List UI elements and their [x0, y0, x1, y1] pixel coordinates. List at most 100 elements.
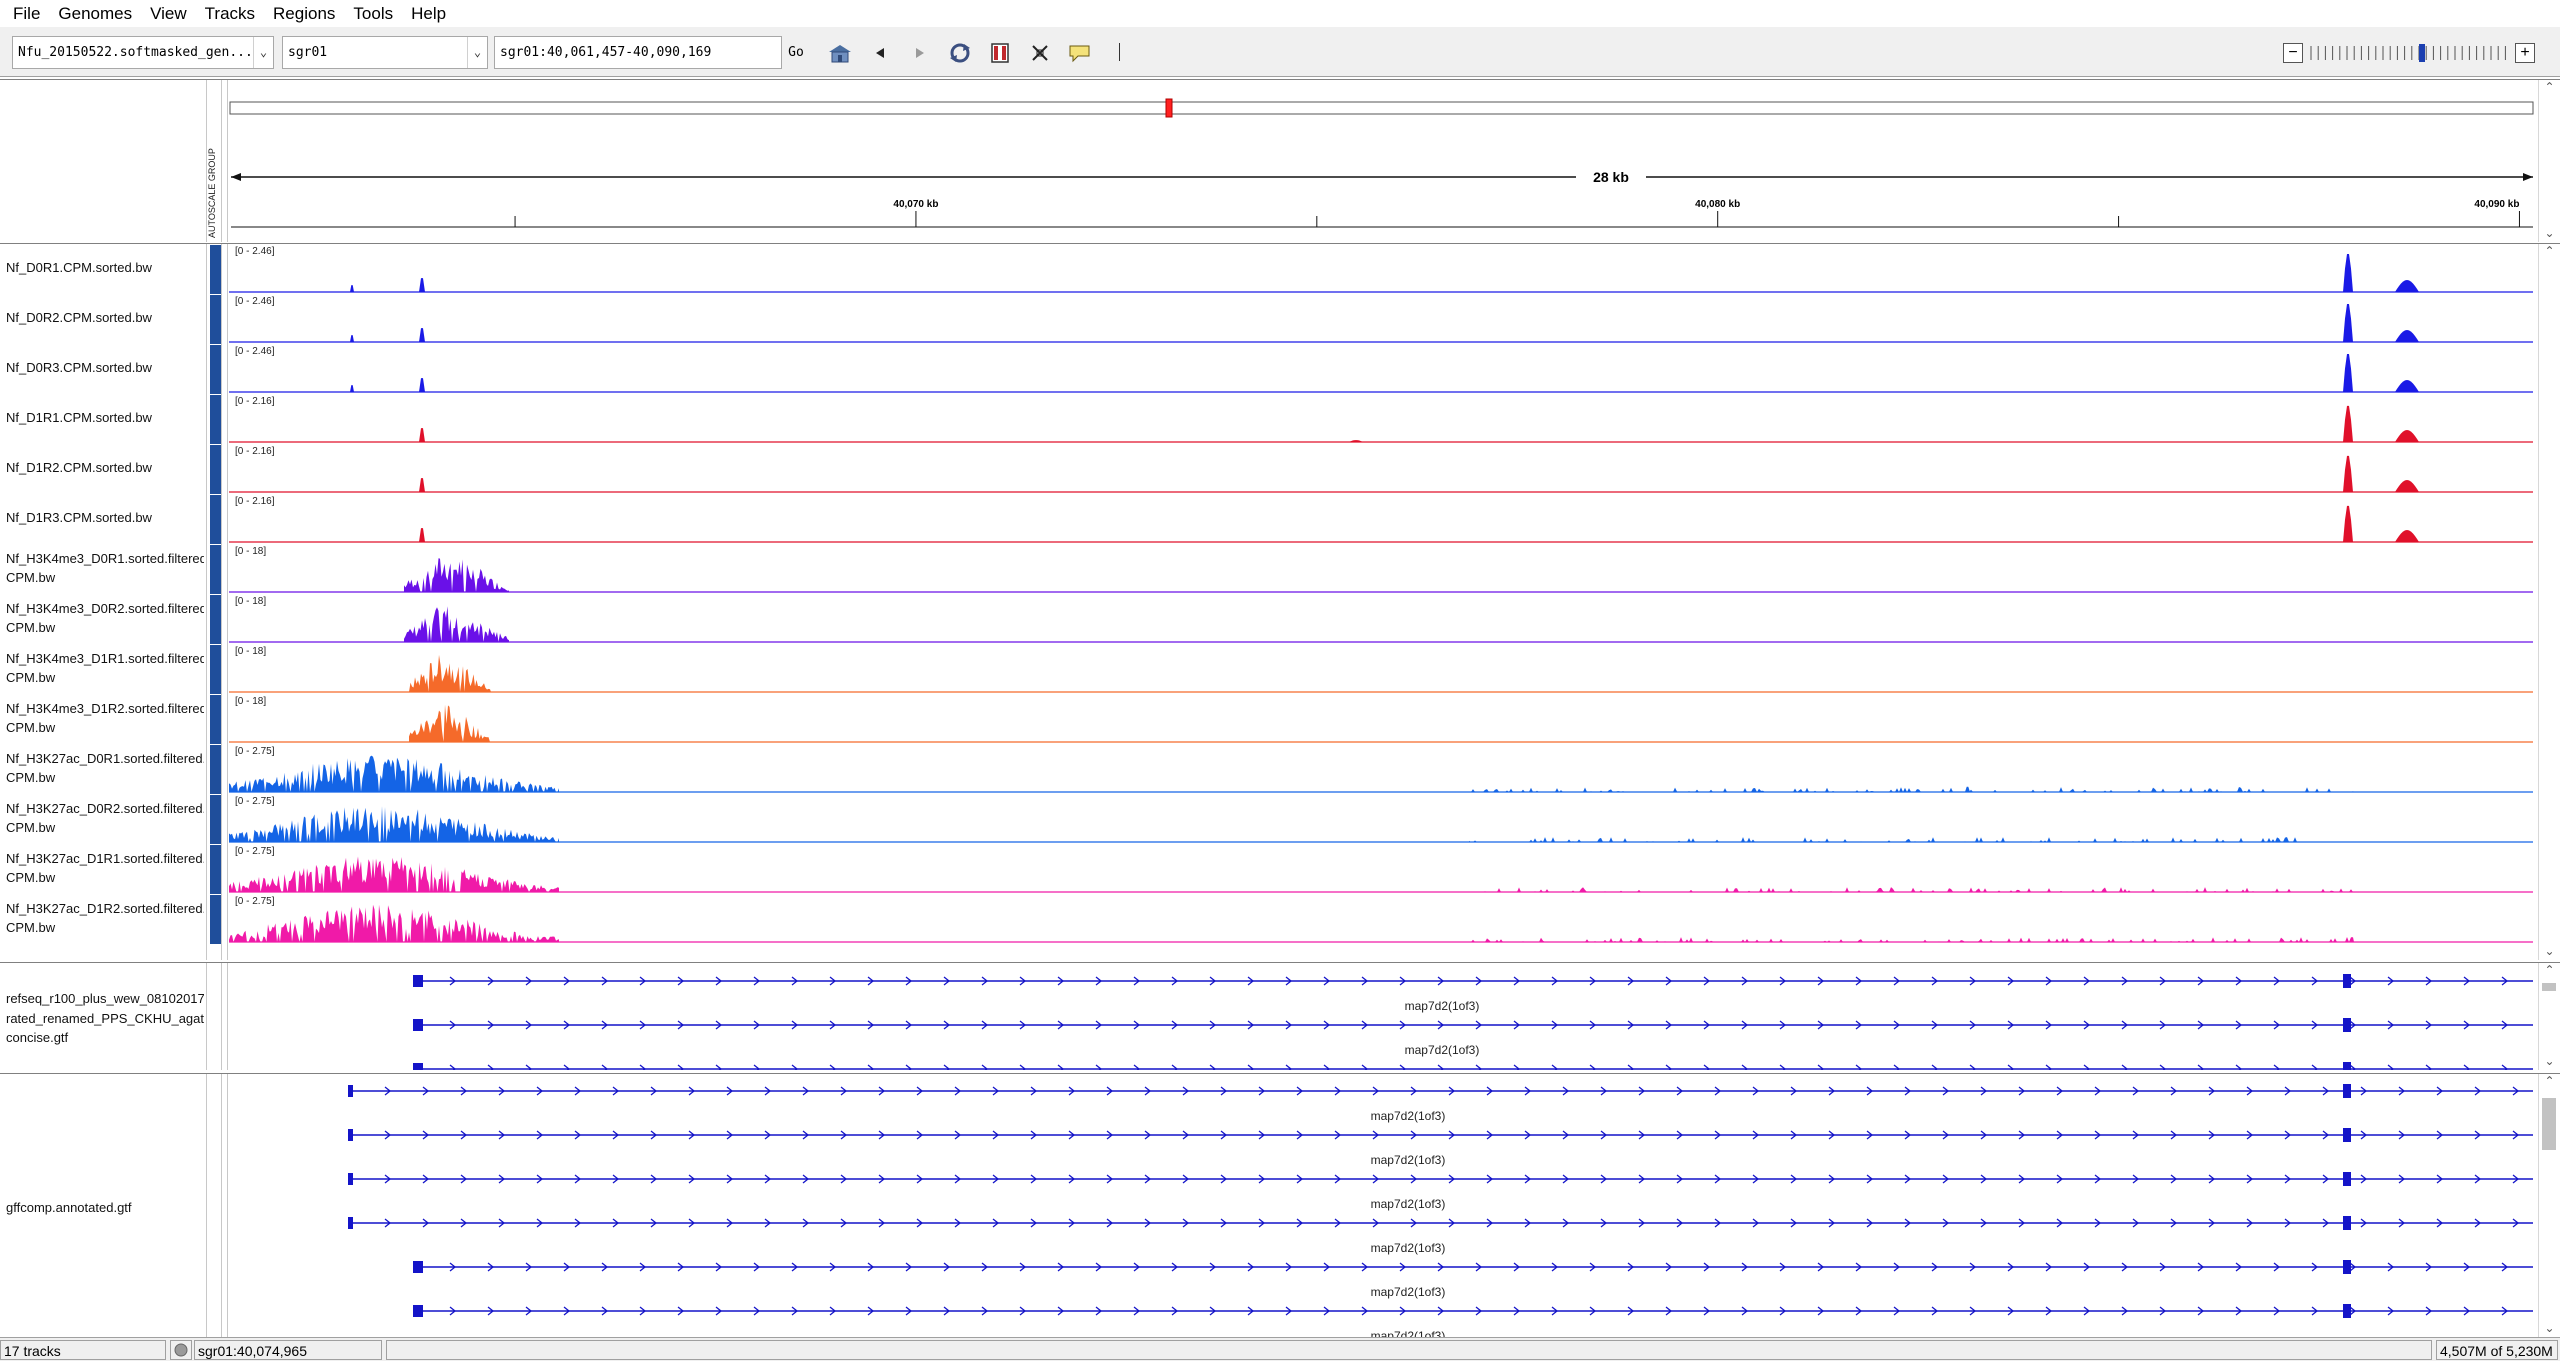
gene-feature[interactable]: map7d2(1of3) — [413, 1043, 2533, 1070]
zoom-out-button[interactable]: − — [2283, 43, 2303, 63]
data-track-name[interactable]: Nf_H3K4me3_D1R1.sorted.filtered. CPM.bw — [6, 649, 204, 687]
coverage-track[interactable] — [229, 606, 2533, 643]
forward-button[interactable] — [906, 40, 934, 66]
data-track-name[interactable]: Nf_D1R3.CPM.sorted.bw — [6, 508, 204, 527]
data-track-name[interactable]: Nf_H3K4me3_D0R2.sorted.filtered. CPM.bw — [6, 599, 204, 637]
data-track-name[interactable]: Nf_H3K27ac_D0R2.sorted.filtered. CPM.bw — [6, 799, 204, 837]
gene-feature[interactable]: map7d2(1of3) — [348, 1153, 2533, 1186]
menu-help[interactable]: Help — [402, 0, 455, 27]
zoom-in-button[interactable]: + — [2515, 43, 2535, 63]
ruler-scrollbar[interactable]: ⌃ ⌄ — [2538, 80, 2560, 242]
menu-regions[interactable]: Regions — [264, 0, 344, 27]
data-track-name[interactable]: Nf_D1R2.CPM.sorted.bw — [6, 458, 204, 477]
attribute-cell[interactable] — [210, 645, 221, 694]
locus-input[interactable]: sgr01:40,061,457-40,090,169 — [494, 36, 782, 69]
go-button[interactable]: Go — [784, 36, 808, 69]
refseq-track-name[interactable]: refseq_r100_plus_wew_08102017 rated_rena… — [6, 989, 204, 1048]
coverage-track[interactable] — [229, 806, 2533, 843]
data-track-plot[interactable] — [229, 244, 2536, 960]
resize-to-window-button[interactable] — [986, 40, 1014, 66]
gene-feature[interactable] — [348, 1084, 2533, 1098]
data-track-name[interactable]: Nf_H3K4me3_D0R1.sorted.filtered. CPM.bw — [6, 549, 204, 587]
coverage-track[interactable] — [229, 904, 2533, 943]
scroll-up-icon[interactable]: ⌃ — [2539, 80, 2560, 96]
attribute-cell[interactable] — [210, 595, 221, 644]
gene-feature[interactable]: map7d2(1of3) — [413, 1241, 2533, 1274]
attribute-cell[interactable] — [210, 745, 221, 794]
ruler-data-area[interactable]: 28 kb 40,070 kb 40,080 kb 40,090 kb — [229, 80, 2536, 242]
gene-feature[interactable]: map7d2(1of3) — [413, 999, 2533, 1032]
region-of-interest-button[interactable] — [1026, 40, 1054, 66]
scroll-down-icon[interactable]: ⌄ — [2539, 1054, 2560, 1070]
attribute-cell[interactable] — [210, 695, 221, 744]
back-button[interactable] — [866, 40, 894, 66]
attribute-cell[interactable] — [210, 545, 221, 594]
data-track-area[interactable] — [229, 244, 2536, 960]
coverage-track[interactable] — [229, 558, 2533, 593]
attribute-cell[interactable] — [210, 895, 221, 944]
zoom-thumb[interactable] — [2419, 44, 2425, 62]
menu-genomes[interactable]: Genomes — [49, 0, 141, 27]
coverage-track[interactable] — [229, 254, 2533, 293]
attribute-cell[interactable] — [210, 795, 221, 844]
coverage-track[interactable] — [229, 856, 2533, 893]
coverage-track[interactable] — [229, 405, 2533, 443]
data-track-name[interactable]: Nf_D1R1.CPM.sorted.bw — [6, 408, 204, 427]
home-button[interactable] — [826, 40, 854, 66]
refseq-features[interactable]: map7d2(1of3) map7d2(1of3) — [229, 963, 2536, 1070]
refseq-track-area[interactable]: map7d2(1of3) map7d2(1of3) — [229, 963, 2536, 1070]
attribute-cell[interactable] — [210, 845, 221, 894]
attribute-cell[interactable] — [210, 295, 221, 344]
menu-tracks[interactable]: Tracks — [196, 0, 264, 27]
zoom-slider[interactable] — [2308, 44, 2511, 62]
data-track-name[interactable]: Nf_D0R2.CPM.sorted.bw — [6, 308, 204, 327]
scroll-down-icon[interactable]: ⌄ — [2539, 226, 2560, 242]
menu-view[interactable]: View — [141, 0, 196, 27]
scroll-down-icon[interactable]: ⌄ — [2539, 1321, 2560, 1337]
chromosome-ideogram[interactable] — [229, 101, 2534, 115]
coverage-track[interactable] — [229, 704, 2533, 743]
coverage-track[interactable] — [229, 505, 2533, 543]
attribute-cell[interactable] — [210, 395, 221, 444]
gene-feature[interactable]: map7d2(1of3) — [348, 1197, 2533, 1230]
scroll-up-icon[interactable]: ⌃ — [2539, 1074, 2560, 1090]
genome-dropdown[interactable]: Nfu_20150522.softmasked_gen... ⌄ — [12, 36, 274, 69]
scroll-thumb[interactable] — [2542, 1098, 2556, 1150]
data-track-name[interactable]: Nf_D0R1.CPM.sorted.bw — [6, 258, 204, 277]
scroll-up-icon[interactable]: ⌃ — [2539, 244, 2560, 260]
speech-bubble-icon — [1069, 45, 1090, 63]
scroll-down-icon[interactable]: ⌄ — [2539, 944, 2560, 960]
gene-feature[interactable]: map7d2(1of3) — [348, 1109, 2533, 1142]
popup-info-button[interactable] — [1066, 40, 1094, 66]
gene-feature[interactable]: map7d2(1of3) — [413, 1329, 2533, 1337]
gffcomp-track-area[interactable]: map7d2(1of3) map7d2(1of3) map7d2(1of3) map7… — [229, 1074, 2536, 1337]
coverage-track[interactable] — [229, 455, 2533, 493]
refseq-scrollbar[interactable]: ⌃ ⌄ — [2538, 963, 2560, 1070]
ruler[interactable]: 28 kb 40,070 kb 40,080 kb 40,090 kb — [229, 80, 2536, 242]
gene-feature[interactable]: map7d2(1of3) — [413, 1285, 2533, 1318]
attribute-cell[interactable] — [210, 345, 221, 394]
attribute-cell[interactable] — [210, 445, 221, 494]
attribute-cell[interactable] — [210, 245, 221, 294]
data-scrollbar[interactable]: ⌃ ⌄ — [2538, 244, 2560, 960]
menu-file[interactable]: File — [4, 0, 49, 27]
gffcomp-scrollbar[interactable]: ⌃ ⌄ — [2538, 1074, 2560, 1337]
data-track-name[interactable]: Nf_H3K27ac_D1R1.sorted.filtered. CPM.bw — [6, 849, 204, 887]
coverage-track[interactable] — [229, 354, 2533, 393]
gene-feature[interactable] — [413, 974, 2533, 988]
data-track-name[interactable]: Nf_D0R3.CPM.sorted.bw — [6, 358, 204, 377]
data-track-name[interactable]: Nf_H3K4me3_D1R2.sorted.filtered. CPM.bw — [6, 699, 204, 737]
menu-tools[interactable]: Tools — [344, 0, 402, 27]
data-track-name[interactable]: Nf_H3K27ac_D0R1.sorted.filtered. CPM.bw — [6, 749, 204, 787]
coverage-track[interactable] — [229, 654, 2533, 693]
chromosome-dropdown[interactable]: sgr01 ⌄ — [282, 36, 488, 69]
scroll-thumb[interactable] — [2542, 983, 2556, 991]
scroll-up-icon[interactable]: ⌃ — [2539, 963, 2560, 979]
gffcomp-track-name[interactable]: gffcomp.annotated.gtf — [6, 1198, 204, 1217]
attribute-cell[interactable] — [210, 495, 221, 544]
data-track-name[interactable]: Nf_H3K27ac_D1R2.sorted.filtered. CPM.bw — [6, 899, 204, 937]
gffcomp-features[interactable]: map7d2(1of3) map7d2(1of3) map7d2(1of3) map7… — [229, 1074, 2536, 1337]
coverage-track[interactable] — [229, 304, 2533, 343]
coverage-track[interactable] — [229, 755, 2533, 793]
refresh-button[interactable] — [946, 40, 974, 66]
